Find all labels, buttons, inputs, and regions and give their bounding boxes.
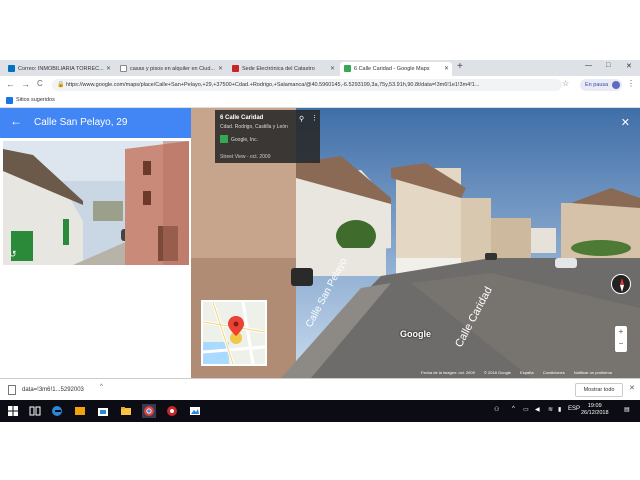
chevron-up-icon[interactable]: ^ — [512, 406, 515, 412]
people-icon[interactable]: ⚇ — [494, 406, 499, 413]
street-view-footer: Fecha de la imagen: oct. 2009 © 2018 Goo… — [421, 370, 620, 375]
browser-screenshot: Correo: INMOBILIARIA TORREC... ✕ casas y… — [0, 60, 640, 422]
country-link[interactable]: España — [520, 370, 534, 375]
info-title: 6 Calle Caridad — [220, 115, 264, 121]
thumbnail-photo — [3, 141, 189, 265]
windows-taskbar: ⚇ ^ ▭ ◀ ≋ ▮ ESP 19:09 26/12/2018 ▤ — [0, 400, 640, 422]
download-bar: data=!3m6!1...5292003 ^ Mostrar todo ✕ — [0, 378, 640, 400]
profile-paused-button[interactable]: En pausa — [580, 79, 622, 91]
google-maps-icon — [344, 65, 351, 72]
clock-time: 19:09 — [587, 403, 602, 409]
terms-link[interactable]: Condiciones — [543, 370, 565, 375]
report-problem-link[interactable]: Notificar un problema — [574, 370, 612, 375]
address-bar[interactable]: 🔒 https://www.google.com/maps/place/Call… — [52, 79, 562, 91]
more-options-icon[interactable]: ⋮ — [311, 114, 318, 122]
close-street-view-button[interactable]: ✕ — [621, 116, 630, 129]
place-title: Calle San Pelayo, 29 — [34, 117, 128, 128]
clock-date: 26/12/2018 — [581, 410, 609, 416]
panel-back-button[interactable]: ← — [10, 114, 22, 128]
apps-icon[interactable] — [6, 97, 13, 104]
info-subtitle: Cdad. Rodrigo, Castilla y León — [220, 124, 288, 130]
bookmark-suggested-sites[interactable]: Sitios sugeridos — [16, 97, 55, 103]
tab-label: 6 Calle Caridad - Google Maps — [354, 66, 430, 72]
back-button[interactable]: ← — [6, 79, 15, 89]
street-view-thumbnail[interactable]: ↺ — [3, 141, 189, 265]
tab-casas[interactable]: casas y pisos en alquiler en Ciud... ✕ — [116, 62, 226, 76]
lock-icon: 🔒 — [57, 82, 65, 88]
info-date: Street View - oct. 2009 — [220, 154, 271, 160]
notifications-icon[interactable]: ▤ — [624, 406, 630, 413]
bookmark-star-icon[interactable]: ☆ — [562, 79, 569, 88]
media-player-icon[interactable] — [73, 404, 87, 418]
task-view-icon[interactable] — [28, 404, 42, 418]
info-provider: Google, Inc. — [231, 137, 258, 143]
tab-strip: Correo: INMOBILIARIA TORREC... ✕ casas y… — [0, 60, 640, 76]
paused-label: En pausa — [585, 82, 609, 88]
browser-toolbar: ← → C 🔒 https://www.google.com/maps/plac… — [0, 76, 640, 94]
forward-button[interactable]: → — [21, 79, 30, 89]
street-view-pane[interactable]: Calle San Pelayo Calle Caridad 6 Calle C… — [191, 108, 640, 378]
photos-icon[interactable] — [188, 404, 202, 418]
close-icon[interactable]: ✕ — [218, 65, 223, 72]
compass-icon[interactable] — [611, 274, 631, 294]
maps-side-panel: ← Calle San Pelayo, 29 ↺ — [0, 108, 191, 378]
mini-map-graphic — [202, 301, 266, 365]
tab-catastro[interactable]: Sede Electrónica del Catastro ✕ — [228, 62, 338, 76]
volume-icon[interactable]: ◀ — [535, 406, 540, 413]
mini-map[interactable] — [201, 300, 267, 366]
close-icon[interactable]: ✕ — [106, 65, 111, 72]
zoom-control: + − — [615, 326, 627, 352]
location-info-card: 6 Calle Caridad Cdad. Rodrigo, Castilla … — [215, 110, 320, 163]
show-all-downloads-button[interactable]: Mostrar todo — [575, 383, 623, 397]
battery-icon[interactable]: ▮ — [558, 406, 561, 413]
close-icon[interactable]: ✕ — [330, 65, 335, 72]
image-date: Fecha de la imagen: oct. 2009 — [421, 370, 475, 375]
tab-label: Sede Electrónica del Catastro — [242, 66, 315, 72]
outlook-icon — [8, 65, 15, 72]
minimize-button[interactable]: — — [585, 62, 592, 69]
close-download-bar-button[interactable]: ✕ — [629, 384, 635, 392]
file-icon — [8, 385, 16, 395]
reload-button[interactable]: C — [37, 79, 43, 88]
network-icon[interactable]: ▭ — [523, 406, 529, 413]
browser-menu-icon[interactable]: ⋮ — [627, 79, 635, 88]
chevron-up-icon[interactable]: ^ — [100, 384, 103, 390]
chrome-icon[interactable] — [142, 404, 156, 418]
wifi-icon[interactable]: ≋ — [548, 406, 553, 413]
store-icon[interactable] — [96, 404, 110, 418]
tab-correo[interactable]: Correo: INMOBILIARIA TORREC... ✕ — [4, 62, 114, 76]
location-pin-icon[interactable]: ⚲ — [299, 115, 304, 123]
panel-header: ← Calle San Pelayo, 29 — [0, 108, 191, 138]
zoom-out-button[interactable]: − — [615, 338, 627, 350]
keyboard-language[interactable]: ESP — [568, 406, 580, 412]
document-icon — [120, 65, 127, 72]
new-tab-button[interactable]: + — [457, 61, 463, 72]
360-icon[interactable]: ↺ — [9, 249, 17, 260]
close-window-button[interactable]: ✕ — [626, 62, 632, 70]
bookmarks-bar: Sitios sugeridos — [0, 94, 640, 108]
compass-needle — [620, 278, 624, 292]
file-explorer-icon[interactable] — [119, 404, 133, 418]
tab-label: Correo: INMOBILIARIA TORREC... — [18, 66, 104, 72]
google-provider-icon — [220, 135, 228, 143]
windows-start-icon[interactable] — [6, 404, 20, 418]
zoom-in-button[interactable]: + — [615, 326, 627, 338]
maximize-button[interactable]: □ — [606, 62, 610, 69]
tab-label: casas y pisos en alquiler en Ciud... — [130, 66, 215, 72]
system-clock[interactable]: 19:09 26/12/2018 — [581, 403, 609, 417]
close-icon[interactable]: ✕ — [444, 65, 449, 72]
tab-google-maps[interactable]: 6 Calle Caridad - Google Maps ✕ — [340, 62, 452, 76]
google-logo: Google — [400, 329, 431, 339]
app-icon[interactable] — [165, 404, 179, 418]
download-filename[interactable]: data=!3m6!1...5292003 — [22, 387, 84, 393]
avatar — [612, 81, 620, 89]
copyright: © 2018 Google — [483, 370, 511, 375]
edge-icon[interactable] — [50, 404, 64, 418]
catastro-icon — [232, 65, 239, 72]
url-text: https://www.google.com/maps/place/Calle+… — [66, 82, 480, 88]
